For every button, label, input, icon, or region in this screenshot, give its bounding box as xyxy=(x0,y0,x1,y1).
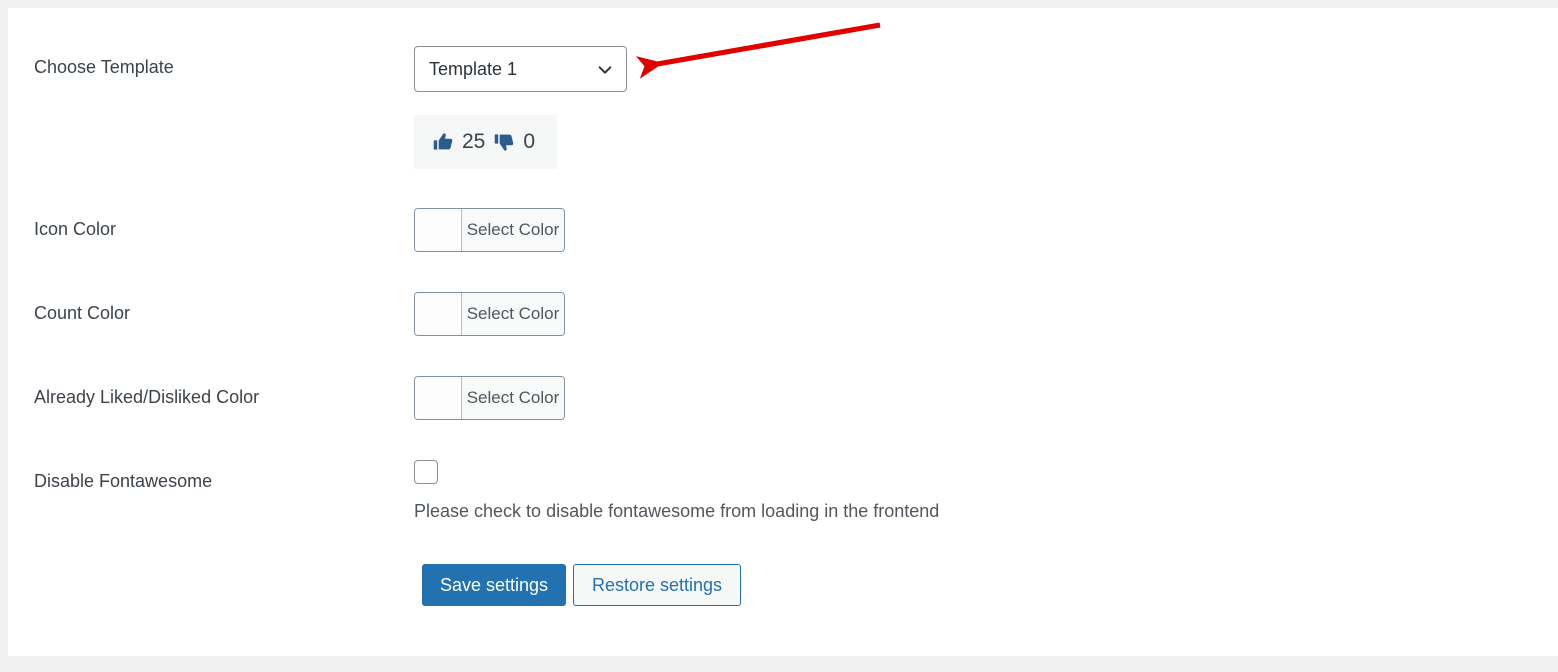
icon-color-label: Icon Color xyxy=(34,219,117,239)
icon-color-swatch[interactable] xyxy=(415,209,462,251)
count-color-swatch[interactable] xyxy=(415,293,462,335)
already-liked-color-picker-button[interactable]: Select Color xyxy=(414,376,565,420)
choose-template-row: Choose Template Template 1 xyxy=(8,46,1558,102)
template-select[interactable]: Template 1 xyxy=(414,46,627,92)
choose-template-label: Choose Template xyxy=(34,57,174,77)
count-color-picker-button[interactable]: Select Color xyxy=(414,292,565,336)
like-count: 25 xyxy=(462,130,486,153)
like-dislike-preview: 25 0 xyxy=(414,115,558,169)
settings-form: Choose Template Template 1 25 0 Icon Col… xyxy=(8,8,1558,656)
thumbs-down-icon[interactable] xyxy=(494,131,516,153)
count-color-row: Count Color Select Color xyxy=(8,292,1558,346)
template-select-value: Template 1 xyxy=(429,59,518,79)
already-liked-color-picker-label: Select Color xyxy=(462,377,564,419)
chevron-down-icon xyxy=(596,61,614,79)
count-color-field: Select Color xyxy=(414,292,565,340)
disable-fontawesome-hint: Please check to disable fontawesome from… xyxy=(414,501,940,521)
icon-color-picker-button[interactable]: Select Color xyxy=(414,208,565,252)
already-liked-color-label: Already Liked/Disliked Color xyxy=(34,387,260,407)
disable-fontawesome-checkbox[interactable] xyxy=(414,460,438,484)
restore-settings-button[interactable]: Restore settings xyxy=(573,564,741,606)
dislike-count: 0 xyxy=(523,130,536,153)
already-liked-color-field: Select Color xyxy=(414,376,565,424)
count-color-picker-label: Select Color xyxy=(462,293,564,335)
dislike-group[interactable]: 0 xyxy=(494,131,535,153)
settings-page: Choose Template Template 1 25 0 Icon Col… xyxy=(8,8,1558,656)
like-group[interactable]: 25 xyxy=(433,131,485,153)
disable-fontawesome-label: Disable Fontawesome xyxy=(34,471,213,491)
choose-template-field: Template 1 xyxy=(414,46,627,92)
count-color-label: Count Color xyxy=(34,303,131,323)
preview-field: 25 0 xyxy=(414,115,558,169)
disable-fontawesome-field xyxy=(414,460,438,484)
thumbs-up-icon[interactable] xyxy=(433,131,455,153)
form-actions-row: Save settings Restore settings xyxy=(8,554,1558,614)
disable-fontawesome-row: Disable Fontawesome Please check to disa… xyxy=(8,460,1558,530)
preview-row: 25 0 xyxy=(8,115,1558,177)
already-liked-color-swatch[interactable] xyxy=(415,377,462,419)
save-settings-button[interactable]: Save settings xyxy=(422,564,566,606)
icon-color-row: Icon Color Select Color xyxy=(8,208,1558,262)
icon-color-field: Select Color xyxy=(414,208,565,256)
icon-color-picker-label: Select Color xyxy=(462,209,564,251)
already-liked-color-row: Already Liked/Disliked Color Select Colo… xyxy=(8,376,1558,430)
